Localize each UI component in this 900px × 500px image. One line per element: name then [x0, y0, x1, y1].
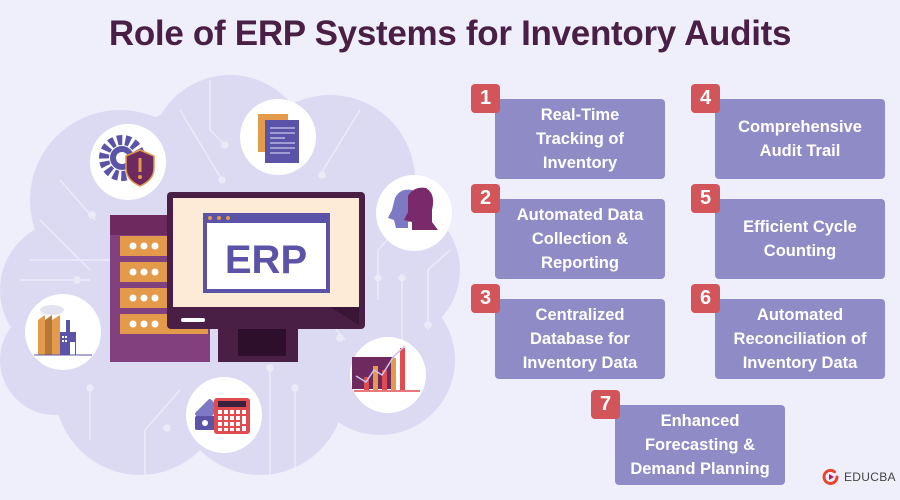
growth-chart-icon — [350, 337, 426, 413]
item-number-badge-2: 2 — [471, 184, 500, 213]
brand-name: EDUCBA — [844, 470, 896, 484]
item-number-badge-4: 4 — [691, 84, 720, 113]
item-number-badge-5: 5 — [691, 184, 720, 213]
item-number-badge-1: 1 — [471, 84, 500, 113]
erp-screen-label: ERP — [225, 238, 307, 282]
item-label: Automated Data Collection & Reporting — [516, 206, 644, 272]
item-card-5: Efficient Cycle Counting — [715, 199, 885, 279]
item-label: Efficient Cycle Counting — [743, 218, 857, 260]
item-label: Enhanced Forecasting & Demand Planning — [630, 412, 770, 478]
documents-icon — [240, 99, 316, 175]
erp-illustration: ERP — [0, 75, 460, 500]
item-card-7: Enhanced Forecasting & Demand Planning — [615, 405, 785, 485]
item-label: Comprehensive Audit Trail — [738, 118, 862, 160]
item-card-6: Automated Reconciliation of Inventory Da… — [715, 299, 885, 379]
item-card-1: Real-Time Tracking of Inventory — [495, 99, 665, 179]
gear-shield-icon — [90, 124, 166, 200]
item-label: Real-Time Tracking of Inventory — [535, 106, 625, 172]
educba-logo-icon — [822, 468, 839, 485]
item-label: Automated Reconciliation of Inventory Da… — [733, 306, 867, 372]
page-title: Role of ERP Systems for Inventory Audits — [108, 14, 792, 53]
money-calculator-icon — [186, 377, 262, 453]
item-number-badge-6: 6 — [691, 284, 720, 313]
item-card-3: Centralized Database for Inventory Data — [495, 299, 665, 379]
heads-icon — [376, 175, 452, 251]
item-number-badge-7: 7 — [591, 390, 620, 419]
item-card-2: Automated Data Collection & Reporting — [495, 199, 665, 279]
item-number-badge-3: 3 — [471, 284, 500, 313]
item-card-4: Comprehensive Audit Trail — [715, 99, 885, 179]
brand-logo: EDUCBA — [822, 468, 896, 486]
factory-icon — [25, 294, 101, 370]
item-label: Centralized Database for Inventory Data — [522, 306, 638, 372]
